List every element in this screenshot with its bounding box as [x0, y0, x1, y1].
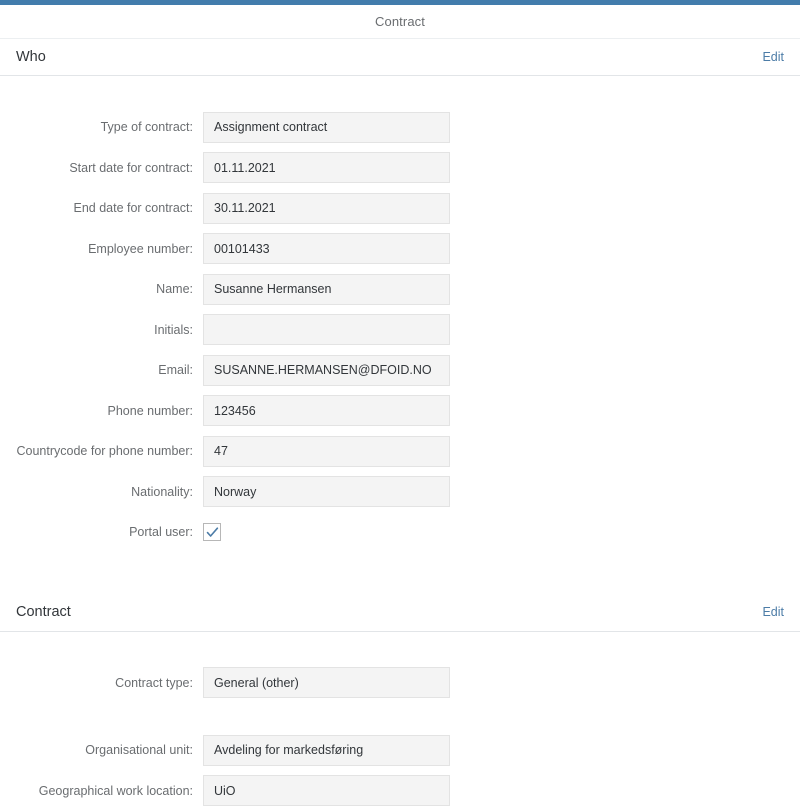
label-email: Email: [0, 363, 203, 377]
value-name[interactable]: Susanne Hermansen [203, 274, 450, 305]
form-row-geographical-work-location: Geographical work location: UiO [0, 771, 800, 811]
value-employee-number[interactable]: 00101433 [203, 233, 450, 264]
value-initials[interactable] [203, 314, 450, 345]
label-start-date: Start date for contract: [0, 161, 203, 175]
form-row-organisational-unit: Organisational unit: Avdeling for marked… [0, 730, 800, 771]
section-gap [0, 553, 800, 594]
label-name: Name: [0, 282, 203, 296]
section-header-who: Who Edit [0, 38, 800, 76]
section-body-who: Type of contract: Assignment contract St… [0, 76, 800, 553]
section-title-contract: Contract [16, 604, 71, 620]
page-title: Contract [375, 14, 425, 29]
label-phone-number: Phone number: [0, 404, 203, 418]
form-row-employee-number: Employee number: 00101433 [0, 229, 800, 270]
label-countrycode: Countrycode for phone number: [0, 444, 203, 458]
edit-link-who[interactable]: Edit [762, 50, 784, 64]
form-row-start-date: Start date for contract: 01.11.2021 [0, 148, 800, 189]
label-organisational-unit: Organisational unit: [0, 743, 203, 757]
title-bar: Contract [0, 5, 800, 38]
form-row-end-date: End date for contract: 30.11.2021 [0, 188, 800, 229]
label-employee-number: Employee number: [0, 242, 203, 256]
value-nationality[interactable]: Norway [203, 476, 450, 507]
value-start-date[interactable]: 01.11.2021 [203, 152, 450, 183]
form-row-contract-type: Contract type: General (other) [0, 663, 800, 704]
value-phone-number[interactable]: 123456 [203, 395, 450, 426]
label-portal-user: Portal user: [0, 525, 203, 539]
form-row-type-of-contract: Type of contract: Assignment contract [0, 107, 800, 148]
portal-user-checkbox[interactable] [203, 523, 221, 541]
form-row-nationality: Nationality: Norway [0, 472, 800, 513]
label-type-of-contract: Type of contract: [0, 120, 203, 134]
label-nationality: Nationality: [0, 485, 203, 499]
section-body-contract: Contract type: General (other) Organisat… [0, 632, 800, 811]
section-top-spacer-contract [0, 632, 800, 663]
value-organisational-unit[interactable]: Avdeling for markedsføring [203, 735, 450, 766]
form-row-countrycode: Countrycode for phone number: 47 [0, 431, 800, 472]
section-title-who: Who [16, 49, 46, 65]
checkmark-icon [206, 526, 219, 539]
label-initials: Initials: [0, 323, 203, 337]
form-row-initials: Initials: [0, 310, 800, 351]
form-row-portal-user: Portal user: [0, 512, 800, 553]
section-header-contract: Contract Edit [0, 594, 800, 632]
form-row-phone-number: Phone number: 123456 [0, 391, 800, 432]
value-end-date[interactable]: 30.11.2021 [203, 193, 450, 224]
edit-link-contract[interactable]: Edit [762, 605, 784, 619]
value-type-of-contract[interactable]: Assignment contract [203, 112, 450, 143]
label-end-date: End date for contract: [0, 201, 203, 215]
form-row-name: Name: Susanne Hermansen [0, 269, 800, 310]
label-contract-type: Contract type: [0, 676, 203, 690]
section-top-spacer [0, 76, 800, 107]
value-countrycode[interactable]: 47 [203, 436, 450, 467]
value-email[interactable]: SUSANNE.HERMANSEN@DFOID.NO [203, 355, 450, 386]
value-contract-type[interactable]: General (other) [203, 667, 450, 698]
value-geographical-work-location[interactable]: UiO [203, 775, 450, 806]
form-row-email: Email: SUSANNE.HERMANSEN@DFOID.NO [0, 350, 800, 391]
